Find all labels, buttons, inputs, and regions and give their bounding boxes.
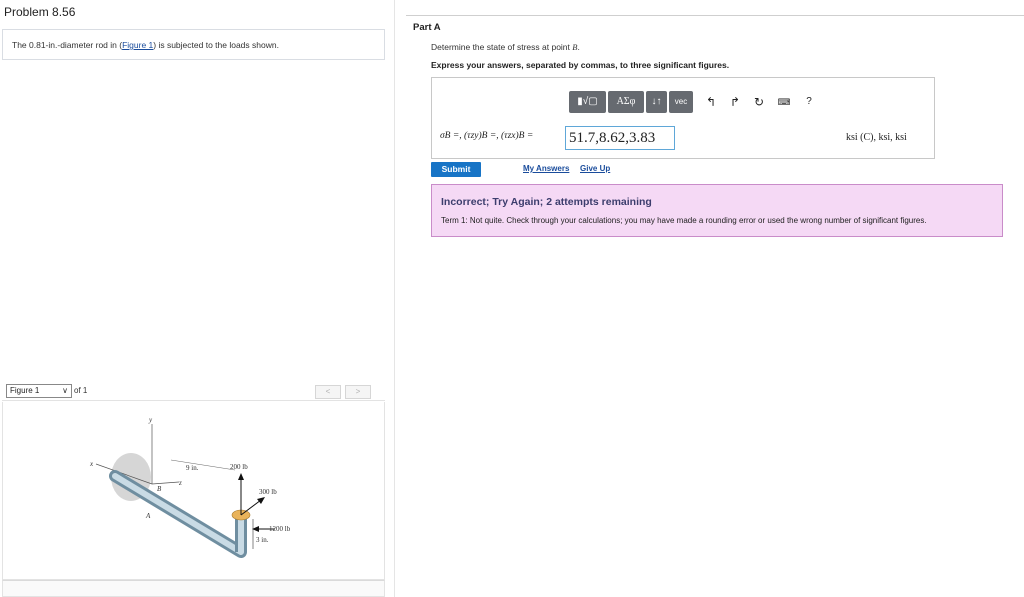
figure-nav: < >: [315, 385, 373, 399]
figure-count: of 1: [74, 386, 88, 395]
divider: [406, 15, 1024, 16]
problem-panel: Problem 8.56 The 0.81-in.-diameter rod i…: [0, 0, 395, 597]
feedback-text: Term 1: Not quite. Check through your ca…: [441, 216, 927, 225]
instruction-text: Express your answers, separated by comma…: [431, 60, 730, 70]
answer-box: ▮√▢ ΑΣφ ↓↑ vec ↰ ↱ ↻ ⌨ ? σB =, (τzy)B =,…: [431, 77, 935, 159]
label-y: y: [148, 416, 153, 424]
problem-title: Problem 8.56: [4, 5, 76, 19]
label-A: A: [145, 512, 151, 520]
problem-text-suffix: ) is subjected to the loads shown.: [153, 40, 279, 50]
keyboard-icon[interactable]: ⌨: [775, 93, 793, 111]
label-x: x: [89, 460, 94, 468]
label-300lb: 300 lb: [259, 488, 277, 496]
answer-units: ksi (C), ksi, ksi: [846, 132, 907, 143]
problem-statement-box: The 0.81-in.-diameter rod in (Figure 1) …: [2, 29, 385, 60]
question-text: Determine the state of stress at point B…: [431, 42, 580, 52]
label-200lb: 200 lb: [230, 463, 248, 471]
help-icon[interactable]: ?: [800, 93, 818, 111]
arrow-head-icon: [257, 497, 265, 504]
figure-select[interactable]: Figure 1 ∨: [6, 384, 72, 398]
rod-highlight: [112, 473, 244, 555]
figure-select-value: Figure 1: [10, 386, 40, 395]
answer-input[interactable]: 51.7,8.62,3.83: [565, 126, 675, 150]
math-toolbar: ▮√▢ ΑΣφ ↓↑ vec ↰ ↱ ↻ ⌨ ?: [569, 91, 829, 113]
problem-text-prefix: The 0.81-in.-diameter rod in (: [12, 40, 123, 50]
figure-prev-button[interactable]: <: [315, 385, 341, 399]
figure-link[interactable]: Figure 1: [122, 40, 153, 50]
figure-image: y x z B A 9 in. 200 lb 300 lb 1200 lb 3 …: [2, 402, 385, 580]
templates-button[interactable]: ▮√▢: [569, 91, 606, 113]
label-z: z: [178, 479, 182, 487]
arrows-button[interactable]: ↓↑: [646, 91, 667, 113]
reset-icon[interactable]: ↻: [750, 93, 768, 111]
part-label: Part A: [413, 22, 441, 33]
chevron-down-icon: ∨: [62, 386, 68, 395]
z-axis: [151, 481, 180, 485]
figure-footer: [2, 580, 385, 597]
redo-icon[interactable]: ↱: [726, 93, 744, 111]
figure-toolbar: Figure 1 ∨ of 1 < >: [2, 383, 385, 401]
question-prefix: Determine the state of stress at point: [431, 42, 573, 52]
rod-diagram: y x z B A 9 in. 200 lb 300 lb 1200 lb 3 …: [89, 416, 291, 558]
question-suffix: .: [577, 42, 580, 52]
submit-button[interactable]: Submit: [431, 162, 481, 177]
label-B: B: [157, 485, 162, 493]
label-3in: 3 in.: [256, 536, 269, 544]
undo-icon[interactable]: ↰: [702, 93, 720, 111]
problem-statement: The 0.81-in.-diameter rod in (Figure 1) …: [12, 40, 279, 50]
dim-9in-line: [170, 459, 236, 471]
answer-variables-label: σB =, (τzy)B =, (τzx)B =: [440, 131, 534, 141]
my-answers-link[interactable]: My Answers: [523, 164, 569, 173]
greek-symbols-button[interactable]: ΑΣφ: [608, 91, 644, 113]
label-9in: 9 in.: [186, 464, 199, 472]
figure-next-button[interactable]: >: [345, 385, 371, 399]
feedback-box: Incorrect; Try Again; 2 attempts remaini…: [431, 184, 1003, 237]
vector-button[interactable]: vec: [669, 91, 693, 113]
load-300-arrow: [240, 499, 262, 516]
arrow-head-icon: [238, 473, 244, 480]
give-up-link[interactable]: Give Up: [580, 164, 610, 173]
label-1200lb: 1200 lb: [269, 525, 291, 533]
feedback-title: Incorrect; Try Again; 2 attempts remaini…: [441, 196, 652, 208]
